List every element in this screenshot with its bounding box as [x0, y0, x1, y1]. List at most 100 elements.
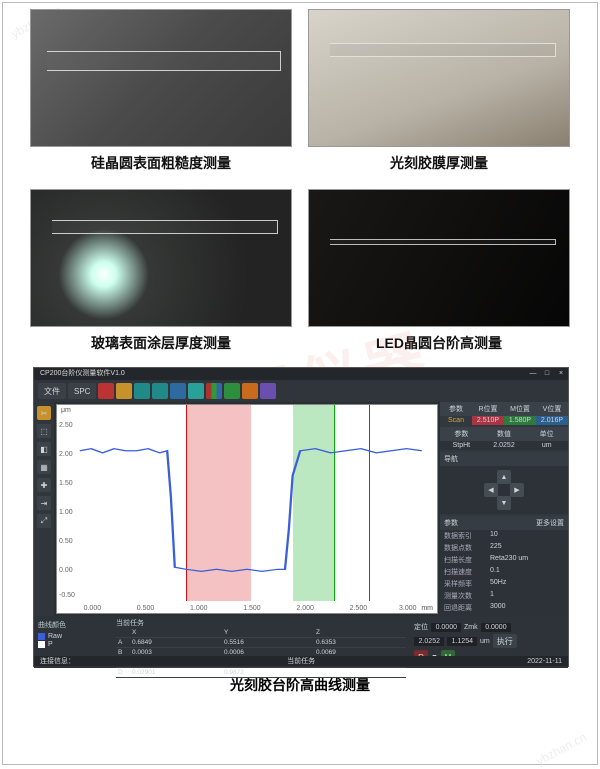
step-readout: 2.0252 [414, 637, 444, 646]
sidetool-icon[interactable]: ◧ [37, 442, 51, 456]
settings-title: 参数 [444, 518, 458, 528]
sidetool-icon[interactable]: ✂ [37, 406, 51, 420]
legend-swatch [38, 633, 45, 640]
setting-val: 1 [490, 591, 494, 601]
dt-cell: 0.02901 [130, 668, 222, 678]
setting-key: 数据索引 [444, 531, 490, 541]
caption: 光刻胶膜厚测量 [308, 153, 570, 173]
lift-unit: um [480, 638, 490, 645]
legend-label: P [48, 641, 53, 648]
toolbar: 文件 SPC [34, 380, 568, 402]
setting-key: 采样频率 [444, 579, 490, 589]
dt-row: D [116, 668, 130, 678]
dt-row: A [116, 638, 130, 648]
caption: LED晶圆台阶高测量 [308, 333, 570, 353]
window-maximize-icon[interactable]: □ [540, 368, 554, 380]
nav-pad: ▲ ▼ ◀ ▶ [484, 470, 524, 510]
tab-spc[interactable]: SPC [68, 383, 96, 399]
status-bar: 连接信息： 当前任务 2022-11-11 [34, 656, 568, 666]
setting-key: 测量次数 [444, 591, 490, 601]
z-value[interactable]: 0.0000 [481, 623, 511, 632]
dt-cell: 0.9872 [222, 668, 314, 678]
setting-key: 数据点数 [444, 543, 490, 553]
col-header: R位置 [472, 402, 504, 416]
tool-icon[interactable] [116, 383, 132, 399]
dt-head: Z [314, 628, 406, 638]
step-unit: um [525, 441, 568, 450]
step-value: 2.0252 [483, 441, 526, 450]
lift-readout: 1.1254 [447, 637, 477, 646]
sidetool-icon[interactable]: ✚ [37, 478, 51, 492]
trace-line [57, 405, 437, 613]
settings-more[interactable]: 更多设置 [536, 518, 564, 528]
col-header: 参数 [440, 427, 483, 441]
tab-file[interactable]: 文件 [38, 383, 66, 399]
sample-photo-led-step [308, 189, 570, 327]
legend-title: 曲线颜色 [38, 620, 110, 630]
xy-value[interactable]: 0.0000 [431, 623, 461, 632]
tool-icon[interactable] [188, 383, 204, 399]
sidetool-icon[interactable]: ▦ [37, 460, 51, 474]
cursor-row-name: Scan [440, 416, 472, 425]
sample-photo-photoresist-thickness [308, 9, 570, 147]
cursor-m-value: 1.580P [504, 416, 536, 425]
window-minimize-icon[interactable]: — [526, 368, 540, 380]
watermark-corner: ybzhan.cn [534, 730, 589, 768]
col-header: 单位 [525, 427, 568, 441]
setting-val: 3000 [490, 603, 506, 613]
sample-photo-silicon-roughness [30, 9, 292, 147]
setting-val: 0.1 [490, 567, 500, 577]
dt-head: Y [222, 628, 314, 638]
status-connection: 连接信息： [40, 656, 75, 666]
tool-icon[interactable] [206, 383, 222, 399]
tool-icon[interactable] [134, 383, 150, 399]
arrow-up-icon[interactable]: ▲ [497, 470, 511, 484]
setting-val: Reta230 um [490, 555, 528, 565]
dt-cell: 0.6849 [130, 638, 222, 648]
arrow-left-icon[interactable]: ◀ [484, 483, 498, 497]
dt-cell: 0.5516 [222, 638, 314, 648]
execute-button[interactable]: 执行 [493, 634, 517, 648]
dt-cell: 0.6353 [314, 638, 406, 648]
setting-key: 扫描速度 [444, 567, 490, 577]
cursor-v-value: 2.016P [536, 416, 568, 425]
caption: 玻璃表面涂层厚度测量 [30, 333, 292, 353]
tool-icon[interactable] [170, 383, 186, 399]
z-label: Zmk [464, 624, 478, 631]
profile-chart[interactable]: μm mm 2.50 2.00 1.50 1.00 0.50 0.00 -0.5… [56, 404, 438, 614]
tool-icon[interactable] [98, 383, 114, 399]
setting-key: 回退距离 [444, 603, 490, 613]
arrow-right-icon[interactable]: ▶ [510, 483, 524, 497]
nav-title: 导航 [444, 454, 458, 464]
tool-icon[interactable] [242, 383, 258, 399]
col-header: 参数 [440, 402, 472, 416]
cursor-r-value: 2.510P [472, 416, 504, 425]
col-header: 数值 [483, 427, 526, 441]
dt-cell [314, 668, 406, 678]
window-close-icon[interactable]: × [554, 368, 568, 380]
col-header: M位置 [504, 402, 536, 416]
software-window: CP200台阶仪测量软件V1.0 — □ × 文件 SPC [33, 367, 569, 667]
sidetool-icon[interactable]: ⇥ [37, 496, 51, 510]
setting-val: 10 [490, 531, 498, 541]
data-table-title: 当前任务 [116, 618, 406, 628]
setting-val: 225 [490, 543, 502, 553]
tool-icon[interactable] [224, 383, 240, 399]
status-task: 当前任务 [287, 656, 315, 666]
tool-icon[interactable] [152, 383, 168, 399]
arrow-down-icon[interactable]: ▼ [497, 496, 511, 510]
step-name: StpHt [440, 441, 483, 450]
xy-label: 定位 [414, 622, 428, 632]
sidetool-icon[interactable]: ⬚ [37, 424, 51, 438]
software-caption: 光刻胶台阶高曲线测量 [33, 675, 567, 695]
status-date: 2022-11-11 [527, 658, 562, 665]
legend-swatch [38, 641, 45, 648]
setting-key: 扫描长度 [444, 555, 490, 565]
legend-label: Raw [48, 633, 62, 640]
caption: 硅晶圆表面粗糙度测量 [30, 153, 292, 173]
setting-val: 50Hz [490, 579, 506, 589]
tool-icon[interactable] [260, 383, 276, 399]
side-toolbar: ✂ ⬚ ◧ ▦ ✚ ⇥ ⤢ [34, 402, 54, 616]
sample-photo-glass-coating [30, 189, 292, 327]
sidetool-icon[interactable]: ⤢ [37, 514, 51, 528]
